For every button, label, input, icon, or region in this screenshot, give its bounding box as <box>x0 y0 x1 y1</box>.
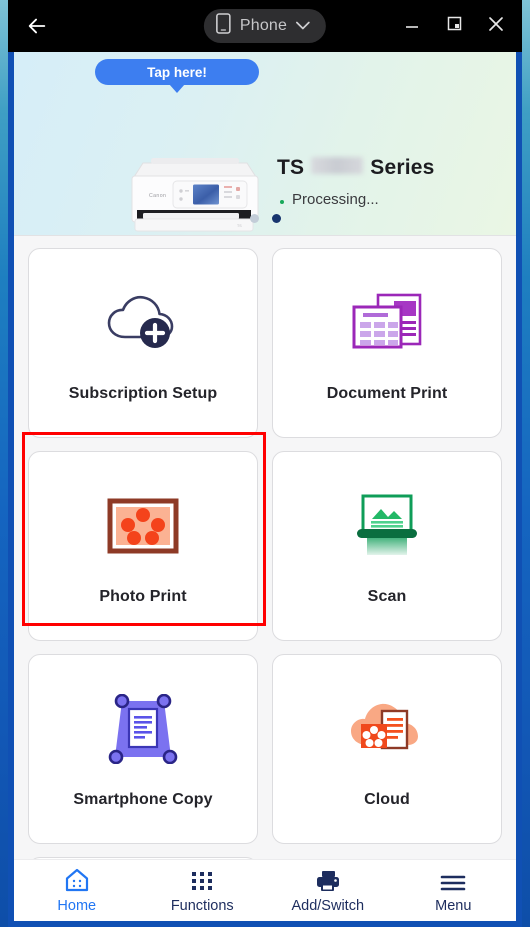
printer-name: TS Series <box>277 156 435 180</box>
pager-dot-2[interactable] <box>271 214 281 223</box>
status-indicator-dot <box>280 200 284 204</box>
minimize-icon <box>404 16 420 37</box>
tile-label: Cloud <box>364 791 410 808</box>
minimize-button[interactable] <box>394 8 430 44</box>
app-content-frame: Tap here! Canon TS TS Series Processing.… <box>8 52 522 927</box>
svg-text:TS: TS <box>237 224 242 228</box>
printer-icon <box>315 867 341 893</box>
tile-subscription-setup[interactable]: Subscription Setup <box>28 248 258 438</box>
tile-label: Smartphone Copy <box>73 791 213 808</box>
cloud-photo-icon <box>341 689 433 769</box>
tile-scan[interactable]: Scan <box>272 451 502 641</box>
nav-label: Home <box>57 898 97 914</box>
close-icon <box>487 15 505 38</box>
app-content-inner: Tap here! Canon TS TS Series Processing.… <box>14 52 516 921</box>
hamburger-menu-icon <box>440 867 466 893</box>
nav-item-functions[interactable]: Functions <box>140 867 266 914</box>
printer-name-prefix: TS <box>277 156 305 179</box>
tile-label: Photo Print <box>99 588 187 605</box>
redacted-model-number <box>311 157 364 174</box>
tile-label: Scan <box>367 588 407 605</box>
printer-info: TS Series Processing... <box>277 156 435 208</box>
document-spreadsheet-icon <box>341 283 433 363</box>
device-label: Phone <box>239 17 288 34</box>
printer-status: Processing... <box>280 191 435 208</box>
device-selector-pill[interactable]: Phone <box>203 9 327 43</box>
function-tile-grid: Subscription Setup Document Print Photo … <box>14 236 516 921</box>
tile-cloud[interactable]: Cloud <box>272 654 502 844</box>
hero-pager[interactable] <box>14 214 516 223</box>
chevron-down-icon <box>296 17 310 35</box>
back-button[interactable] <box>14 0 60 52</box>
nav-label: Functions <box>170 898 234 914</box>
restore-button[interactable] <box>436 8 472 44</box>
smartphone-icon <box>216 13 231 39</box>
nav-item-menu[interactable]: Menu <box>391 867 517 914</box>
smartphone-copy-icon <box>97 689 189 769</box>
tile-label: Document Print <box>326 385 448 402</box>
nav-item-home[interactable]: Home <box>14 867 140 914</box>
canon-printer-image: Canon TS <box>119 147 269 239</box>
close-button[interactable] <box>478 8 514 44</box>
bottom-navigation-bar: Home Functions Add/Switch Menu <box>14 859 516 921</box>
window-controls <box>394 0 514 52</box>
printer-hero-panel: Tap here! Canon TS TS Series Processing.… <box>14 52 516 236</box>
tile-document-print[interactable]: Document Print <box>272 248 502 438</box>
nav-item-add-switch[interactable]: Add/Switch <box>265 867 391 914</box>
scanner-icon <box>341 486 433 566</box>
tile-label: Subscription Setup <box>68 385 218 402</box>
printer-name-suffix: Series <box>370 156 435 179</box>
tap-here-tooltip: Tap here! <box>95 59 259 85</box>
restore-icon <box>446 15 463 37</box>
photo-frame-icon <box>97 486 189 566</box>
nav-label: Add/Switch <box>291 898 365 914</box>
pager-dot-1[interactable] <box>249 214 259 223</box>
cloud-plus-icon <box>97 283 189 363</box>
home-icon <box>64 867 90 893</box>
tile-photo-print[interactable]: Photo Print <box>28 451 258 641</box>
back-arrow-icon <box>26 15 48 37</box>
window-titlebar: Phone <box>8 0 522 52</box>
printer-status-label: Processing... <box>292 191 379 208</box>
tile-smartphone-copy[interactable]: Smartphone Copy <box>28 654 258 844</box>
nav-label: Menu <box>435 898 472 914</box>
app-window: Phone Tap here! Canon TS TS Series Proce… <box>8 0 522 927</box>
tooltip-label: Tap here! <box>147 64 207 80</box>
grid-dots-icon <box>190 867 214 893</box>
svg-text:Canon: Canon <box>149 193 166 199</box>
